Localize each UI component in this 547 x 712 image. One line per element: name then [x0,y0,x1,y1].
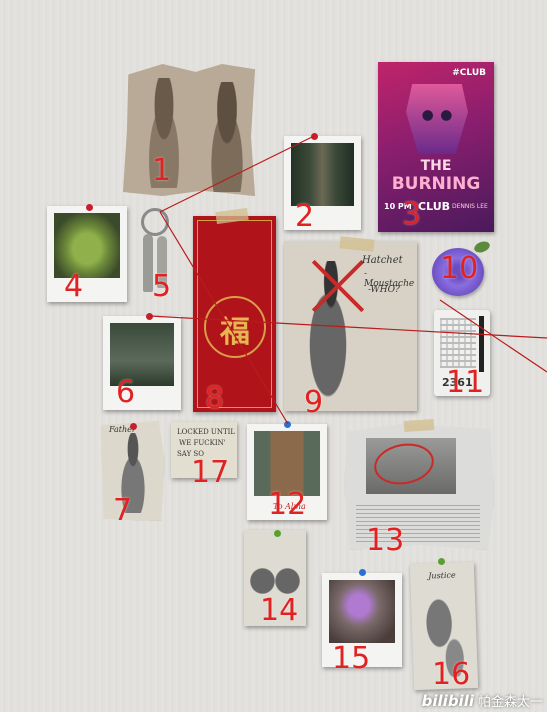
man-sketch[interactable]: Father [101,421,165,521]
evidence-number-10: 10 [440,251,479,286]
evidence-number-16: 16 [432,657,471,692]
pin-15 [359,569,366,576]
pin-6 [146,313,153,320]
evidence-number-14: 14 [260,593,299,628]
pin-12 [284,421,291,428]
poster-tag: #CLUB [452,68,486,78]
evidence-number-6: 6 [116,375,136,410]
corridor-image [291,143,354,206]
money-polaroid[interactable] [47,206,127,302]
pin-2 [311,133,318,140]
pin-4 [86,204,93,211]
envelope-character: 福 [220,315,250,350]
evidence-number-8: 8 [205,381,225,416]
hatchet-cross [308,251,368,313]
evidence-number-5: 5 [152,269,172,304]
burning-club-poster[interactable]: #CLUB THE BURNING 10 PM CLUB DENNIS LEE [378,62,494,232]
evidence-number-2: 2 [295,199,315,234]
watermark-logo: bilibili [421,692,474,710]
hatchet-note-1: Hatchet [362,255,403,266]
poster-title2: BURNING [391,174,481,194]
evidence-number-11: 11 [446,365,485,400]
key-ring [141,208,169,236]
evidence-number-1: 1 [152,153,172,188]
punch-card-grid [440,318,476,368]
poster-sub: CLUB [418,200,451,213]
evidence-number-17: 17 [191,455,230,490]
sticky-line-1: LOCKED UNTIL [177,428,236,436]
evidence-number-12: 12 [268,487,307,522]
watermark: bilibili 帕金森太一 [422,691,543,710]
room-polaroid[interactable] [103,316,181,410]
evidence-number-13: 13 [366,523,405,558]
evidence-number-7: 7 [113,493,133,528]
pin-14 [274,530,281,537]
punch-card-stripe [479,316,484,372]
fighter-photo[interactable] [123,64,255,196]
fighter-right [203,82,251,192]
evidence-number-15: 15 [332,641,371,676]
poster-mask [406,84,468,154]
evidence-number-4: 4 [64,269,84,304]
ballet-label: Justice [428,570,456,581]
pin-7 [130,423,137,430]
pin-16 [438,558,445,565]
sticky-line-2: WE FUCKIN' [179,439,226,447]
hatchet-note-3: -WHO? [368,285,400,295]
evidence-board: #CLUB THE BURNING 10 PM CLUB DENNIS LEE … [0,0,547,712]
bowl-image [329,580,395,643]
evidence-number-9: 9 [304,385,324,420]
watermark-name: 帕金森太一 [477,695,543,710]
poster-title1: THE [420,158,452,174]
newspaper-tape [403,418,435,433]
evidence-number-3: 3 [402,197,422,232]
poster-artist: DENNIS LEE [452,203,488,210]
